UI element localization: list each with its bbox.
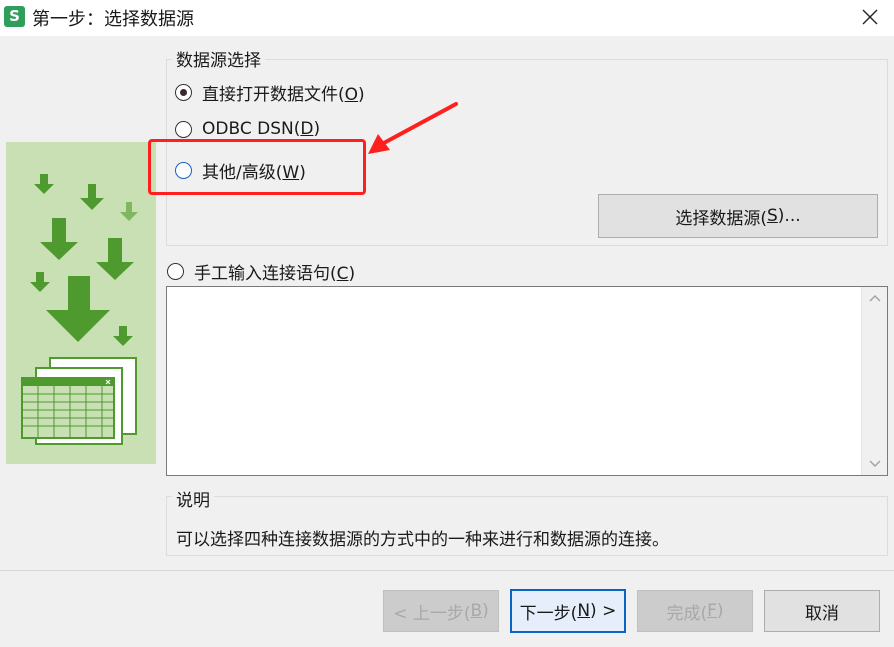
window-title: 第一步：选择数据源 <box>32 9 194 30</box>
radio-manual-connection[interactable]: 手工输入连接语句(C) <box>167 259 355 284</box>
connection-string-textarea[interactable] <box>166 286 888 476</box>
radio-open-file-label: 直接打开数据文件(O) <box>202 85 365 105</box>
next-button[interactable]: 下一步(N) > <box>510 589 626 633</box>
radio-manual-connection-indicator <box>167 263 184 280</box>
radio-other-advanced-indicator <box>175 162 192 179</box>
title-bar: S 第一步：选择数据源 <box>0 0 894 36</box>
datasource-illustration <box>6 142 156 464</box>
radio-open-file[interactable]: 直接打开数据文件(O) <box>175 80 365 105</box>
description-text: 可以选择四种连接数据源的方式中的一种来进行和数据源的连接。 <box>176 530 669 550</box>
radio-other-advanced[interactable]: 其他/高级(W) <box>175 158 306 183</box>
close-icon <box>862 9 878 25</box>
radio-odbc-dsn-indicator <box>175 120 192 138</box>
chevron-down-icon <box>869 460 881 467</box>
chevron-up-icon <box>869 295 881 302</box>
radio-odbc-dsn-label: ODBC DSN(D) <box>202 119 321 139</box>
radio-odbc-dsn[interactable]: ODBC DSN(D) <box>175 119 320 139</box>
close-button[interactable] <box>852 2 888 32</box>
scroll-up-button[interactable] <box>862 287 888 309</box>
textarea-vertical-scrollbar[interactable] <box>861 287 887 475</box>
select-datasource-button[interactable]: 选择数据源(S)... <box>598 194 878 238</box>
description-group-label: 说明 <box>172 486 214 511</box>
scroll-down-button[interactable] <box>862 453 888 475</box>
datasource-group-label: 数据源选择 <box>172 46 265 71</box>
back-button[interactable]: < 上一步(B) <box>383 590 499 632</box>
radio-manual-connection-label: 手工输入连接语句(C) <box>194 264 356 284</box>
finish-button[interactable]: 完成(F) <box>637 590 753 632</box>
radio-other-advanced-label: 其他/高级(W) <box>202 163 306 183</box>
download-arrows-icon <box>21 174 138 445</box>
spreadsheet-icon <box>21 357 137 445</box>
wps-app-icon: S <box>4 6 25 27</box>
radio-open-file-indicator <box>175 84 192 101</box>
cancel-button[interactable]: 取消 <box>764 590 880 632</box>
